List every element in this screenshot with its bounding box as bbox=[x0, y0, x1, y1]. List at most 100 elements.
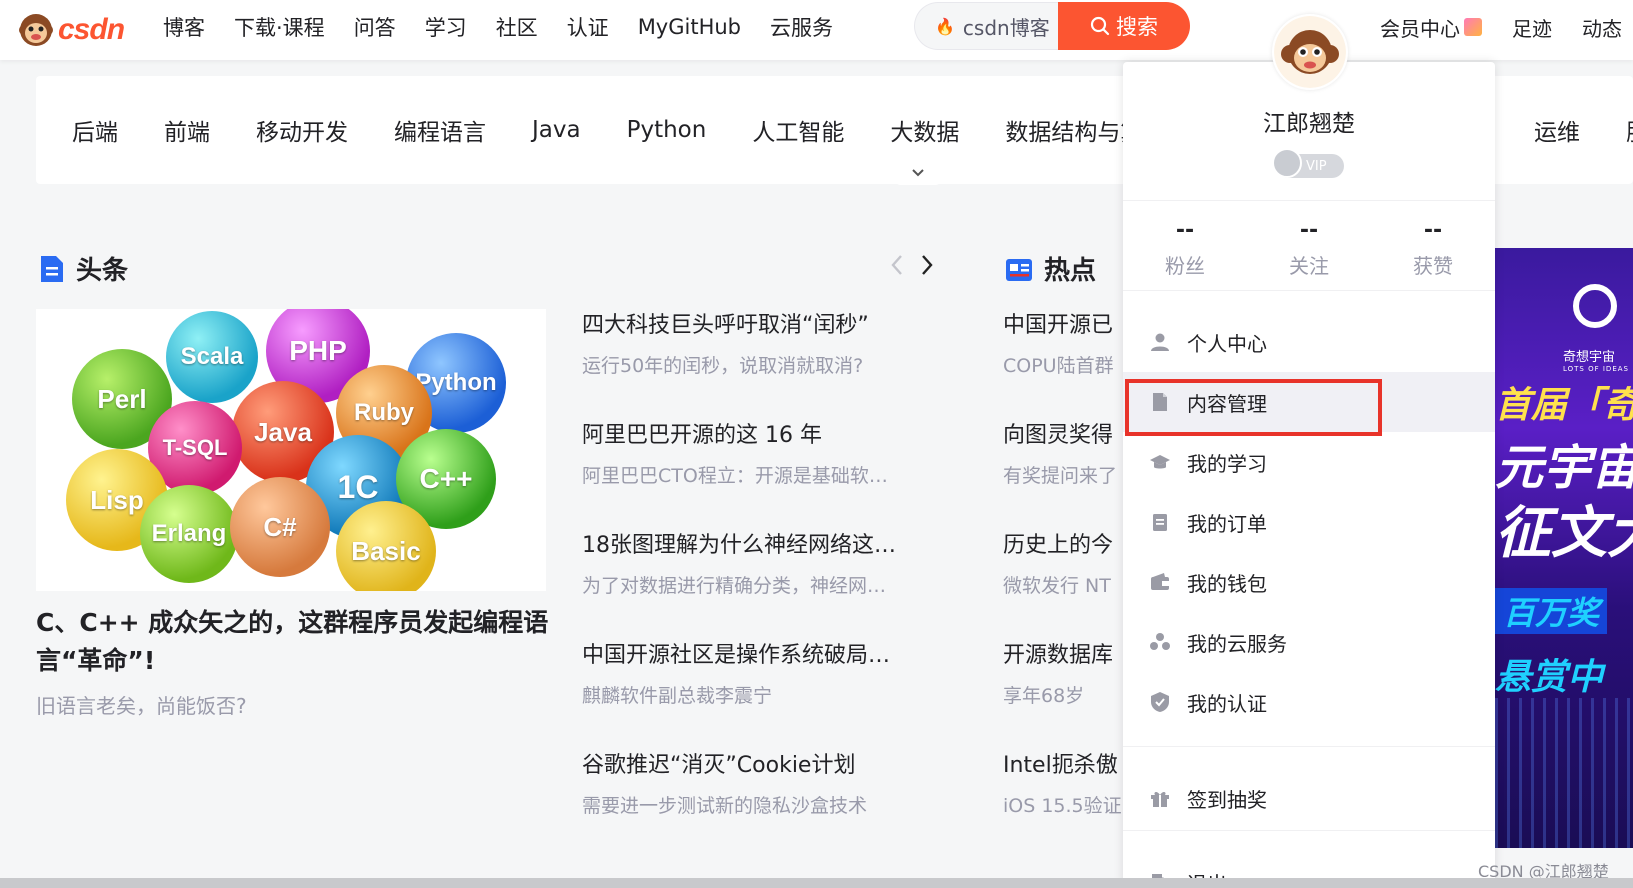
stat-following[interactable]: -- 关注 bbox=[1247, 218, 1371, 279]
news-title[interactable]: 开源数据库 bbox=[1003, 638, 1133, 674]
menu-item-my-certification[interactable]: 我的认证 bbox=[1123, 672, 1495, 732]
menu-item-my-learning[interactable]: 我的学习 bbox=[1123, 432, 1495, 492]
category-mobile[interactable]: 移动开发 bbox=[256, 113, 348, 147]
category-list-right: 运维 服 bbox=[1534, 76, 1633, 184]
stat-fans[interactable]: -- 粉丝 bbox=[1123, 218, 1247, 279]
nav-learn[interactable]: 学习 bbox=[425, 12, 467, 42]
category-languages[interactable]: 编程语言 bbox=[394, 113, 486, 147]
hot-title: 热点 bbox=[1044, 256, 1097, 286]
menu-item-label: 我的钱包 bbox=[1187, 571, 1267, 596]
news-subtitle: 需要进一步测试新的隐私沙盒技术 bbox=[582, 795, 868, 817]
news-title[interactable]: 18张图理解为什么神经网络这… bbox=[582, 528, 927, 564]
user-menu-list: 个人中心 内容管理 我的学习 我的订单 我的钱包 我的云服务 我的认证 bbox=[1123, 312, 1495, 732]
headline-news-list: 四大科技巨头呼吁取消“闰秒” 运行50年的闰秒，说取消就取消? 阿里巴巴开源的这… bbox=[582, 308, 927, 858]
expand-categories-button[interactable] bbox=[893, 161, 943, 185]
category-backend[interactable]: 后端 bbox=[72, 113, 118, 147]
menu-item-label: 我的认证 bbox=[1187, 691, 1267, 716]
menu-item-checkin-lottery[interactable]: 签到抽奖 bbox=[1123, 768, 1495, 828]
programming-languages-image[interactable]: Perl Scala PHP Python Ruby Java T-SQL Li… bbox=[36, 309, 546, 591]
member-center-link[interactable]: 会员中心 bbox=[1380, 13, 1482, 42]
logo-text: csdn bbox=[58, 13, 125, 46]
news-subtitle: 运行50年的闰秒，说取消就取消? bbox=[582, 355, 864, 377]
menu-item-my-cloud[interactable]: 我的云服务 bbox=[1123, 612, 1495, 672]
horizontal-scrollbar[interactable] bbox=[0, 878, 1633, 888]
user-avatar[interactable] bbox=[1272, 14, 1348, 90]
stat-value: -- bbox=[1175, 218, 1195, 243]
prev-arrow-button[interactable] bbox=[882, 250, 912, 280]
menu-item-label: 我的订单 bbox=[1187, 511, 1267, 536]
list-item[interactable]: 中国开源已 COPU陆首群 bbox=[1003, 308, 1133, 418]
menu-item-my-wallet[interactable]: 我的钱包 bbox=[1123, 552, 1495, 612]
nav-certification[interactable]: 认证 bbox=[567, 12, 609, 42]
news-subtitle: COPU陆首群 bbox=[1003, 355, 1114, 377]
graduation-cap-icon bbox=[1150, 455, 1170, 469]
brand-logo-icon bbox=[1573, 284, 1617, 328]
main-nav: 博客 下载·课程 问答 学习 社区 认证 MyGitHub 云服务 bbox=[163, 0, 862, 54]
order-list-icon bbox=[1153, 514, 1167, 531]
list-item[interactable]: 开源数据库 享年68岁 bbox=[1003, 638, 1133, 748]
nav-qa[interactable]: 问答 bbox=[354, 12, 396, 42]
stat-likes[interactable]: -- 获赞 bbox=[1371, 218, 1495, 279]
category-server[interactable]: 服 bbox=[1626, 113, 1633, 147]
news-title[interactable]: 向图灵奖得 bbox=[1003, 418, 1133, 454]
menu-item-my-orders[interactable]: 我的订单 bbox=[1123, 492, 1495, 552]
list-item[interactable]: 阿里巴巴开源的这 16 年 阿里巴巴CTO程立：开源是基础软… bbox=[582, 418, 927, 528]
stat-label: 获赞 bbox=[1413, 254, 1453, 278]
ball-csharp: C# bbox=[230, 477, 330, 577]
activity-link[interactable]: 动态 bbox=[1582, 13, 1622, 42]
menu-item-label: 签到抽奖 bbox=[1187, 787, 1267, 812]
news-subtitle: 享年68岁 bbox=[1003, 685, 1085, 707]
lead-article-title[interactable]: C、C++ 成众矢之的，这群程序员发起编程语言“革命”! bbox=[36, 604, 551, 680]
vip-label: VIP bbox=[1306, 158, 1327, 174]
vip-badge[interactable]: VIP bbox=[1272, 148, 1344, 178]
banner-line-4: 百万奖 bbox=[1495, 588, 1608, 634]
hot-news-icon bbox=[1006, 258, 1032, 281]
nav-blog[interactable]: 博客 bbox=[163, 12, 205, 42]
list-item[interactable]: 中国开源社区是操作系统破局… 麒麟软件副总裁李震宁 bbox=[582, 638, 927, 748]
footprint-link[interactable]: 足迹 bbox=[1512, 13, 1552, 42]
list-item[interactable]: 18张图理解为什么神经网络这… 为了对数据进行精确分类，神经网… bbox=[582, 528, 927, 638]
news-title[interactable]: 中国开源社区是操作系统破局… bbox=[582, 638, 927, 674]
nav-cloud[interactable]: 云服务 bbox=[770, 12, 833, 42]
category-java[interactable]: Java bbox=[532, 117, 581, 143]
category-ops[interactable]: 运维 bbox=[1534, 113, 1580, 147]
list-item[interactable]: 四大科技巨头呼吁取消“闰秒” 运行50年的闰秒，说取消就取消? bbox=[582, 308, 927, 418]
news-title[interactable]: Intel扼杀傲 bbox=[1003, 748, 1133, 784]
news-title[interactable]: 谷歌推迟“消灭”Cookie计划 bbox=[582, 748, 927, 784]
chevron-left-icon bbox=[891, 255, 902, 275]
menu-item-label: 我的学习 bbox=[1187, 451, 1267, 476]
category-bigdata[interactable]: 大数据 bbox=[890, 113, 959, 147]
list-item[interactable]: Intel扼杀傲 iOS 15.5验证 bbox=[1003, 748, 1133, 858]
nav-mygithub[interactable]: MyGitHub bbox=[638, 15, 741, 39]
user-dropdown-menu: 江郎翘楚 VIP -- 粉丝 -- 关注 -- 获赞 个人中心 内容管理 我的学 bbox=[1123, 62, 1495, 888]
category-ai[interactable]: 人工智能 bbox=[752, 113, 844, 147]
city-skyline-graphic bbox=[1495, 698, 1633, 848]
list-item[interactable]: 向图灵奖得 有奖提问来了 bbox=[1003, 418, 1133, 528]
banner-line-1: 首届「奇 bbox=[1495, 385, 1633, 426]
username[interactable]: 江郎翘楚 bbox=[1123, 104, 1495, 138]
csdn-logo[interactable]: csdn bbox=[18, 8, 125, 52]
list-item[interactable]: 谷歌推迟“消灭”Cookie计划 需要进一步测试新的隐私沙盒技术 bbox=[582, 748, 927, 858]
monkey-logo-icon bbox=[19, 14, 53, 46]
next-arrow-button[interactable] bbox=[912, 250, 942, 280]
ad-banner[interactable]: 奇想宇宙 LOTS OF IDEAS 首届「奇 元宇宙 征文大 百万奖 悬赏中 bbox=[1495, 248, 1633, 848]
category-frontend[interactable]: 前端 bbox=[164, 113, 210, 147]
nav-community[interactable]: 社区 bbox=[496, 12, 538, 42]
news-title[interactable]: 中国开源已 bbox=[1003, 308, 1133, 344]
news-title[interactable]: 历史上的今 bbox=[1003, 528, 1133, 564]
list-item[interactable]: 历史上的今 微软发行 NT bbox=[1003, 528, 1133, 638]
category-python[interactable]: Python bbox=[627, 117, 707, 143]
news-subtitle: 为了对数据进行精确分类，神经网… bbox=[582, 575, 887, 597]
shield-check-icon bbox=[1151, 692, 1169, 712]
search-input[interactable]: 🔥 csdn博客 bbox=[914, 2, 1074, 50]
news-title[interactable]: 四大科技巨头呼吁取消“闰秒” bbox=[582, 308, 927, 344]
news-title[interactable]: 阿里巴巴开源的这 16 年 bbox=[582, 418, 927, 454]
search-box: 🔥 csdn博客 搜索 bbox=[914, 2, 1190, 50]
divider bbox=[1123, 200, 1495, 201]
menu-item-profile[interactable]: 个人中心 bbox=[1123, 312, 1495, 372]
nav-download-course[interactable]: 下载·课程 bbox=[234, 12, 325, 42]
chevron-right-icon bbox=[922, 255, 933, 275]
highlight-box bbox=[1125, 379, 1382, 436]
search-button[interactable]: 搜索 bbox=[1058, 2, 1190, 50]
wallet-icon bbox=[1151, 573, 1169, 590]
